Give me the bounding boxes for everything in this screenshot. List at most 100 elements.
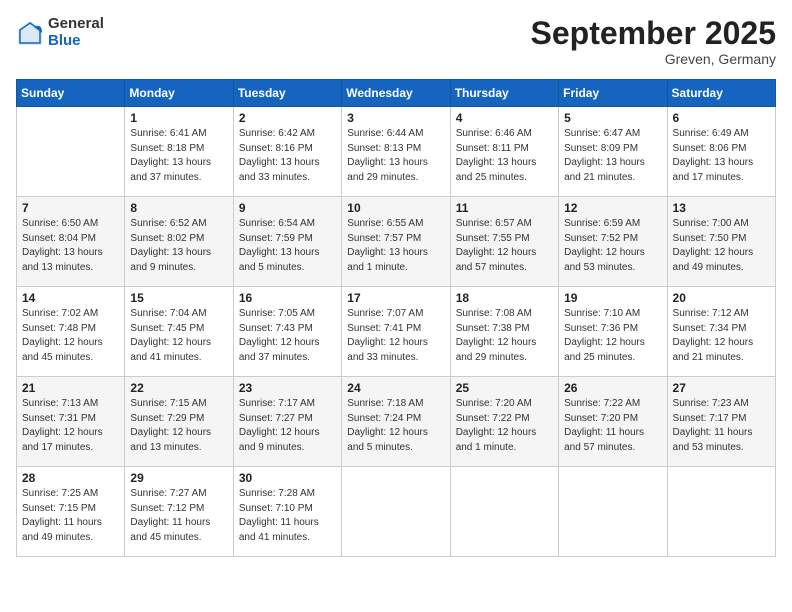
day-info: Sunrise: 6:49 AMSunset: 8:06 PMDaylight:… — [673, 127, 770, 185]
calendar-cell — [17, 107, 125, 197]
day-info: Sunrise: 6:50 AMSunset: 8:04 PMDaylight:… — [22, 217, 119, 275]
day-number: 14 — [22, 291, 119, 305]
calendar-cell: 15Sunrise: 7:04 AMSunset: 7:45 PMDayligh… — [125, 287, 233, 377]
header-cell-friday: Friday — [559, 80, 667, 107]
calendar-cell: 18Sunrise: 7:08 AMSunset: 7:38 PMDayligh… — [450, 287, 558, 377]
day-info: Sunrise: 6:57 AMSunset: 7:55 PMDaylight:… — [456, 217, 553, 275]
day-info: Sunrise: 7:04 AMSunset: 7:45 PMDaylight:… — [130, 307, 227, 365]
day-number: 25 — [456, 381, 553, 395]
calendar-table: SundayMondayTuesdayWednesdayThursdayFrid… — [16, 79, 776, 557]
calendar-header: SundayMondayTuesdayWednesdayThursdayFrid… — [17, 80, 776, 107]
header-cell-thursday: Thursday — [450, 80, 558, 107]
day-number: 18 — [456, 291, 553, 305]
calendar-week-1: 1 Sunrise: 6:41 AMSunset: 8:18 PMDaylight… — [17, 107, 776, 197]
calendar-cell: 12 Sunrise: 6:59 AMSunset: 7:52 PMDayligh… — [559, 197, 667, 287]
day-number: 6 — [673, 111, 770, 125]
calendar-cell: 10 Sunrise: 6:55 AMSunset: 7:57 PMDayligh… — [342, 197, 450, 287]
day-number: 27 — [673, 381, 770, 395]
calendar-cell: 6 Sunrise: 6:49 AMSunset: 8:06 PMDaylight… — [667, 107, 775, 197]
day-number: 29 — [130, 471, 227, 485]
day-number: 19 — [564, 291, 661, 305]
day-info: Sunrise: 7:23 AMSunset: 7:17 PMDaylight:… — [673, 397, 770, 455]
calendar-cell — [667, 467, 775, 557]
day-info: Sunrise: 7:17 AMSunset: 7:27 PMDaylight:… — [239, 397, 336, 455]
day-number: 21 — [22, 381, 119, 395]
calendar-cell: 28 Sunrise: 7:25 AMSunset: 7:15 PMDayligh… — [17, 467, 125, 557]
calendar-cell: 9 Sunrise: 6:54 AMSunset: 7:59 PMDaylight… — [233, 197, 341, 287]
day-number: 12 — [564, 201, 661, 215]
calendar-cell: 26 Sunrise: 7:22 AMSunset: 7:20 PMDayligh… — [559, 377, 667, 467]
day-number: 5 — [564, 111, 661, 125]
logo: General Blue — [16, 16, 104, 49]
day-number: 17 — [347, 291, 444, 305]
day-info: Sunrise: 6:44 AMSunset: 8:13 PMDaylight:… — [347, 127, 444, 185]
day-info: Sunrise: 6:46 AMSunset: 8:11 PMDaylight:… — [456, 127, 553, 185]
day-info: Sunrise: 6:41 AMSunset: 8:18 PMDaylight:… — [130, 127, 227, 185]
day-number: 1 — [130, 111, 227, 125]
calendar-cell: 17 Sunrise: 7:07 AMSunset: 7:41 PMDayligh… — [342, 287, 450, 377]
day-number: 8 — [130, 201, 227, 215]
calendar-cell: 27 Sunrise: 7:23 AMSunset: 7:17 PMDayligh… — [667, 377, 775, 467]
day-info: Sunrise: 6:54 AMSunset: 7:59 PMDaylight:… — [239, 217, 336, 275]
day-number: 7 — [22, 201, 119, 215]
day-info: Sunrise: 7:12 AMSunset: 7:34 PMDaylight:… — [673, 307, 770, 365]
calendar-cell — [342, 467, 450, 557]
day-number: 3 — [347, 111, 444, 125]
day-number: 28 — [22, 471, 119, 485]
day-number: 4 — [456, 111, 553, 125]
calendar-cell: 29 Sunrise: 7:27 AMSunset: 7:12 PMDayligh… — [125, 467, 233, 557]
day-info: Sunrise: 7:22 AMSunset: 7:20 PMDaylight:… — [564, 397, 661, 455]
calendar-cell: 3 Sunrise: 6:44 AMSunset: 8:13 PMDaylight… — [342, 107, 450, 197]
day-number: 2 — [239, 111, 336, 125]
calendar-cell — [559, 467, 667, 557]
calendar-cell: 25Sunrise: 7:20 AMSunset: 7:22 PMDayligh… — [450, 377, 558, 467]
day-number: 16 — [239, 291, 336, 305]
calendar-cell: 23 Sunrise: 7:17 AMSunset: 7:27 PMDayligh… — [233, 377, 341, 467]
day-number: 11 — [456, 201, 553, 215]
calendar-cell: 20Sunrise: 7:12 AMSunset: 7:34 PMDayligh… — [667, 287, 775, 377]
day-info: Sunrise: 7:10 AMSunset: 7:36 PMDaylight:… — [564, 307, 661, 365]
calendar-cell: 5Sunrise: 6:47 AMSunset: 8:09 PMDaylight… — [559, 107, 667, 197]
header-cell-tuesday: Tuesday — [233, 80, 341, 107]
calendar-cell: 4 Sunrise: 6:46 AMSunset: 8:11 PMDaylight… — [450, 107, 558, 197]
day-info: Sunrise: 6:52 AMSunset: 8:02 PMDaylight:… — [130, 217, 227, 275]
calendar-week-2: 7 Sunrise: 6:50 AMSunset: 8:04 PMDaylight… — [17, 197, 776, 287]
day-info: Sunrise: 7:13 AMSunset: 7:31 PMDaylight:… — [22, 397, 119, 455]
calendar-body: 1 Sunrise: 6:41 AMSunset: 8:18 PMDaylight… — [17, 107, 776, 557]
calendar-cell: 13Sunrise: 7:00 AMSunset: 7:50 PMDayligh… — [667, 197, 775, 287]
header-cell-saturday: Saturday — [667, 80, 775, 107]
header-cell-monday: Monday — [125, 80, 233, 107]
calendar-cell: 24Sunrise: 7:18 AMSunset: 7:24 PMDayligh… — [342, 377, 450, 467]
logo-general: General — [48, 16, 104, 33]
calendar-cell: 22 Sunrise: 7:15 AMSunset: 7:29 PMDayligh… — [125, 377, 233, 467]
day-info: Sunrise: 7:15 AMSunset: 7:29 PMDaylight:… — [130, 397, 227, 455]
calendar-cell: 19 Sunrise: 7:10 AMSunset: 7:36 PMDayligh… — [559, 287, 667, 377]
day-number: 26 — [564, 381, 661, 395]
calendar-cell: 8 Sunrise: 6:52 AMSunset: 8:02 PMDaylight… — [125, 197, 233, 287]
month-title: September 2025 — [531, 16, 776, 51]
day-number: 9 — [239, 201, 336, 215]
day-info: Sunrise: 6:42 AMSunset: 8:16 PMDaylight:… — [239, 127, 336, 185]
day-info: Sunrise: 6:55 AMSunset: 7:57 PMDaylight:… — [347, 217, 444, 275]
logo-blue: Blue — [48, 33, 104, 50]
day-info: Sunrise: 7:25 AMSunset: 7:15 PMDaylight:… — [22, 487, 119, 545]
day-number: 10 — [347, 201, 444, 215]
day-info: Sunrise: 6:59 AMSunset: 7:52 PMDaylight:… — [564, 217, 661, 275]
calendar-cell: 11 Sunrise: 6:57 AMSunset: 7:55 PMDayligh… — [450, 197, 558, 287]
calendar-week-4: 21 Sunrise: 7:13 AMSunset: 7:31 PMDayligh… — [17, 377, 776, 467]
day-number: 23 — [239, 381, 336, 395]
location-subtitle: Greven, Germany — [531, 51, 776, 67]
day-number: 22 — [130, 381, 227, 395]
day-info: Sunrise: 7:00 AMSunset: 7:50 PMDaylight:… — [673, 217, 770, 275]
calendar-cell: 16 Sunrise: 7:05 AMSunset: 7:43 PMDayligh… — [233, 287, 341, 377]
calendar-cell: 14Sunrise: 7:02 AMSunset: 7:48 PMDayligh… — [17, 287, 125, 377]
title-block: September 2025 Greven, Germany — [531, 16, 776, 67]
calendar-cell: 1 Sunrise: 6:41 AMSunset: 8:18 PMDaylight… — [125, 107, 233, 197]
day-info: Sunrise: 7:27 AMSunset: 7:12 PMDaylight:… — [130, 487, 227, 545]
day-number: 24 — [347, 381, 444, 395]
day-info: Sunrise: 7:07 AMSunset: 7:41 PMDaylight:… — [347, 307, 444, 365]
logo-icon — [16, 19, 44, 47]
day-info: Sunrise: 7:05 AMSunset: 7:43 PMDaylight:… — [239, 307, 336, 365]
header-cell-wednesday: Wednesday — [342, 80, 450, 107]
calendar-cell: 30Sunrise: 7:28 AMSunset: 7:10 PMDayligh… — [233, 467, 341, 557]
